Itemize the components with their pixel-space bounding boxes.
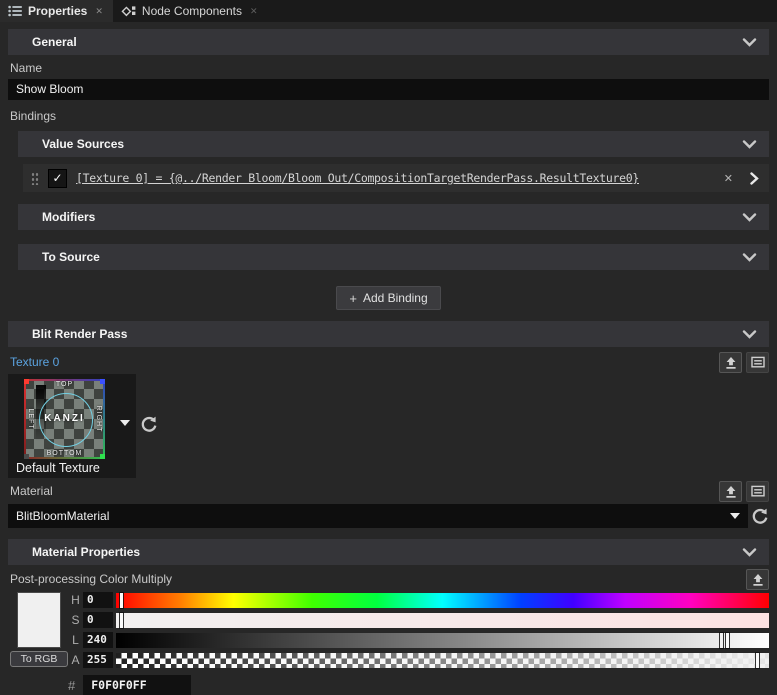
section-modifiers[interactable]: Modifiers (18, 204, 769, 230)
add-binding-label: Add Binding (362, 291, 428, 305)
upload-icon (752, 573, 763, 586)
texture0-label: Texture 0 (10, 354, 60, 369)
panel-tabbar: Properties ✕ Node Components ✕ (0, 0, 777, 22)
channel-row-l: L 240 (70, 632, 769, 648)
channel-row-a: A 255 (70, 652, 769, 668)
name-label: Name (10, 61, 43, 75)
triangle-down-icon (120, 420, 130, 426)
properties-list-icon (8, 5, 22, 17)
channel-a-value[interactable]: 255 (83, 652, 113, 668)
channel-row-s: S 0 (70, 612, 769, 628)
hue-slider-handle[interactable] (120, 592, 124, 608)
section-to-source-title: To Source (42, 250, 100, 264)
tab-properties[interactable]: Properties ✕ (0, 0, 113, 22)
color-editor: To RGB H 0 S 0 L 240 A 255 (8, 591, 769, 671)
section-blit-render-pass-title: Blit Render Pass (32, 327, 128, 341)
saturation-slider[interactable] (116, 612, 769, 628)
revert-icon (141, 416, 157, 432)
revert-icon (752, 508, 768, 524)
channel-row-h: H 0 (70, 592, 769, 608)
tab-properties-close-icon[interactable]: ✕ (93, 5, 105, 18)
channel-s-key: S (71, 613, 80, 627)
texture-thumbnail[interactable]: TOP BOTTOM LEFT RIGHT KANZI (24, 379, 105, 459)
texture-value: Default Texture (16, 461, 100, 475)
binding-checkbox[interactable]: ✓ (48, 168, 67, 188)
section-material-properties[interactable]: Material Properties (8, 539, 769, 565)
upload-icon (725, 356, 736, 369)
thumb-bottom-label: BOTTOM (46, 450, 83, 457)
section-blit-render-pass[interactable]: Blit Render Pass (8, 321, 769, 347)
material-label: Material (10, 483, 53, 498)
hex-row: # F0F0F0FF (8, 675, 769, 695)
material-editor-button[interactable] (746, 480, 769, 502)
binding-expression[interactable]: [Texture 0] = {@../Render Bloom/Bloom Ou… (76, 171, 711, 185)
editor-icon (750, 356, 765, 368)
color-multiply-label: Post-processing Color Multiply (10, 571, 173, 586)
chevron-down-icon[interactable] (742, 329, 757, 339)
chevron-down-icon[interactable] (742, 37, 757, 47)
binding-remove-icon[interactable]: ✕ (720, 170, 737, 187)
node-components-icon (121, 5, 136, 18)
add-binding-button[interactable]: + Add Binding (336, 286, 441, 310)
section-general-title: General (32, 35, 77, 49)
alpha-slider[interactable] (116, 652, 769, 668)
chevron-down-icon[interactable] (742, 212, 757, 222)
name-input[interactable]: Show Bloom (8, 79, 769, 100)
color-export-button[interactable] (746, 568, 769, 590)
texture-editor-button[interactable] (746, 351, 769, 373)
alpha-slider-handle[interactable] (756, 652, 760, 668)
texture-dropdown-arrow[interactable] (120, 420, 130, 426)
channel-h-key: H (71, 593, 80, 607)
bindings-label: Bindings (10, 109, 57, 123)
lightness-slider[interactable] (116, 632, 769, 648)
saturation-slider-handle[interactable] (120, 612, 124, 628)
section-to-source[interactable]: To Source (18, 244, 769, 270)
binding-row: ✓ [Texture 0] = {@../Render Bloom/Bloom … (23, 164, 769, 192)
chevron-down-icon[interactable] (742, 547, 757, 557)
section-material-properties-title: Material Properties (32, 545, 141, 559)
thumb-top-label: TOP (55, 381, 74, 388)
tab-node-components-close-icon[interactable]: ✕ (248, 5, 260, 18)
lightness-slider-handle[interactable] (725, 632, 729, 648)
section-value-sources-title: Value Sources (42, 137, 125, 151)
hex-input[interactable]: F0F0F0FF (83, 675, 192, 695)
material-select[interactable]: BlitBloomMaterial (8, 504, 748, 528)
binding-open-icon[interactable] (746, 171, 763, 185)
section-value-sources[interactable]: Value Sources (18, 131, 769, 157)
chevron-down-icon[interactable] (742, 252, 757, 262)
thumb-kanzi-label: KANZI (44, 412, 85, 424)
channel-l-key: L (72, 633, 79, 647)
hash-label: # (68, 677, 76, 693)
color-swatch (17, 592, 61, 648)
material-export-button[interactable] (719, 480, 742, 502)
material-value: BlitBloomMaterial (16, 509, 110, 523)
check-icon: ✓ (52, 171, 63, 185)
section-general[interactable]: General (8, 29, 769, 55)
editor-icon (750, 485, 765, 497)
properties-panel: General Name Show Bloom Bindings Value S… (0, 29, 777, 695)
to-rgb-button[interactable]: To RGB (10, 651, 68, 667)
texture-picker[interactable]: TOP BOTTOM LEFT RIGHT KANZI Default Text… (8, 374, 136, 478)
texture-export-button[interactable] (719, 351, 742, 373)
hue-slider[interactable] (116, 592, 769, 608)
drag-handle-icon[interactable] (31, 171, 39, 185)
channel-s-value[interactable]: 0 (83, 612, 113, 628)
tab-node-components-label: Node Components (141, 4, 242, 18)
tab-node-components[interactable]: Node Components ✕ (113, 0, 268, 22)
plus-icon: + (349, 290, 357, 306)
texture-revert-button[interactable] (140, 415, 158, 433)
upload-icon (725, 485, 736, 498)
add-binding-row: + Add Binding (8, 286, 769, 310)
section-modifiers-title: Modifiers (42, 210, 96, 224)
tab-properties-label: Properties (28, 4, 88, 18)
channel-a-key: A (71, 653, 80, 667)
triangle-down-icon (730, 513, 740, 519)
channel-l-value[interactable]: 240 (83, 632, 113, 648)
material-revert-button[interactable] (751, 507, 769, 525)
channel-h-value[interactable]: 0 (83, 592, 113, 608)
chevron-down-icon[interactable] (742, 139, 757, 149)
